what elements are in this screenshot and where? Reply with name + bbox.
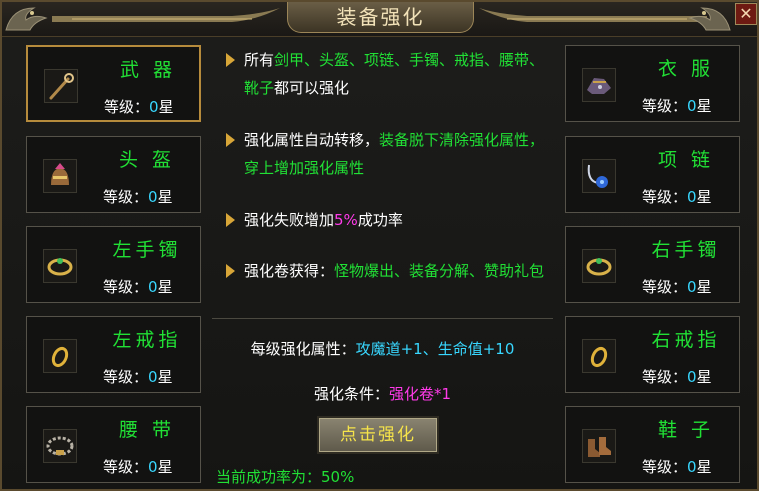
slot-necklace[interactable]: 项 链 等级：0星	[565, 136, 740, 213]
title-bar[interactable]: 装备强化 ✕	[2, 2, 757, 37]
bullet-arrow-icon	[226, 213, 235, 227]
enhance-window: 装备强化 ✕ 武 器 等级：0星 头 盔 等级：0星 左手镯 等级：0星 左戒指…	[0, 0, 759, 491]
divider	[212, 318, 553, 319]
slot-armor[interactable]: 衣 服 等级：0星	[565, 45, 740, 122]
slot-name: 左手镯	[112, 239, 182, 261]
slot-right-ring[interactable]: 右戒指 等级：0星	[565, 316, 740, 393]
slot-name: 右戒指	[651, 329, 721, 351]
ring-icon	[43, 339, 77, 373]
slot-helmet[interactable]: 头 盔 等级：0星	[26, 136, 201, 213]
slot-level: 等级：0星	[642, 188, 712, 206]
tip-attribute-transfer: 强化属性自动转移，装备脱下清除强化属性，穿上增加强化属性	[226, 126, 546, 182]
wing-ornament-icon	[52, 8, 280, 22]
slot-level: 等级：0星	[103, 278, 173, 296]
tip-fail-bonus: 强化失败增加5%成功率	[226, 206, 546, 234]
boots-icon	[582, 429, 616, 463]
dragon-ornament-icon	[688, 7, 731, 31]
bullet-arrow-icon	[226, 53, 235, 67]
slot-level: 等级：0星	[642, 278, 712, 296]
bracelet-icon	[582, 249, 616, 283]
slot-name: 项 链	[657, 149, 715, 171]
window-title: 装备强化	[287, 2, 474, 33]
info-panel: 所有剑甲、头盔、项链、手镯、戒指、腰带、靴子都可以强化 强化属性自动转移，装备脱…	[212, 42, 553, 487]
slot-level: 等级：0星	[642, 368, 712, 386]
ring-icon	[582, 339, 616, 373]
enhance-condition: 强化条件：强化卷*1	[313, 385, 452, 403]
slot-name: 衣 服	[657, 58, 715, 80]
wing-ornament-icon	[479, 8, 707, 22]
slot-level: 等级：0星	[103, 368, 173, 386]
close-button[interactable]: ✕	[735, 3, 757, 25]
bullet-arrow-icon	[226, 264, 235, 278]
slot-left-ring[interactable]: 左戒指 等级：0星	[26, 316, 201, 393]
helmet-icon	[43, 159, 77, 193]
per-level-attribute: 每级强化属性：攻魔道+1、生命值+10	[250, 340, 515, 358]
slot-left-bracelet[interactable]: 左手镯 等级：0星	[26, 226, 201, 303]
slot-level: 等级：0星	[642, 97, 712, 115]
armor-icon	[582, 68, 616, 102]
tip-scroll-source: 强化卷获得：怪物爆出、装备分解、赞助礼包	[226, 257, 546, 285]
necklace-icon	[582, 159, 616, 193]
slot-name: 右手镯	[651, 239, 721, 261]
slot-name: 左戒指	[112, 329, 182, 351]
belt-icon	[43, 429, 77, 463]
staff-icon	[44, 69, 78, 103]
slot-boots[interactable]: 鞋 子 等级：0星	[565, 406, 740, 483]
slot-level: 等级：0星	[642, 458, 712, 476]
slot-name: 头 盔	[118, 149, 176, 171]
bracelet-icon	[43, 249, 77, 283]
slot-belt[interactable]: 腰 带 等级：0星	[26, 406, 201, 483]
slot-name: 腰 带	[118, 419, 176, 441]
slot-level: 等级：0星	[103, 188, 173, 206]
slot-level: 等级：0星	[103, 458, 173, 476]
bullet-arrow-icon	[226, 133, 235, 147]
tip-enhanceable-items: 所有剑甲、头盔、项链、手镯、戒指、腰带、靴子都可以强化	[226, 46, 546, 102]
enhance-button[interactable]: 点击强化	[317, 416, 439, 454]
success-rate: 当前成功率为：50%	[216, 468, 355, 486]
slot-name: 鞋 子	[657, 419, 715, 441]
slot-level: 等级：0星	[104, 98, 174, 116]
slot-right-bracelet[interactable]: 右手镯 等级：0星	[565, 226, 740, 303]
slot-weapon[interactable]: 武 器 等级：0星	[26, 45, 201, 122]
slot-name: 武 器	[119, 59, 177, 81]
dragon-ornament-icon	[5, 7, 48, 31]
